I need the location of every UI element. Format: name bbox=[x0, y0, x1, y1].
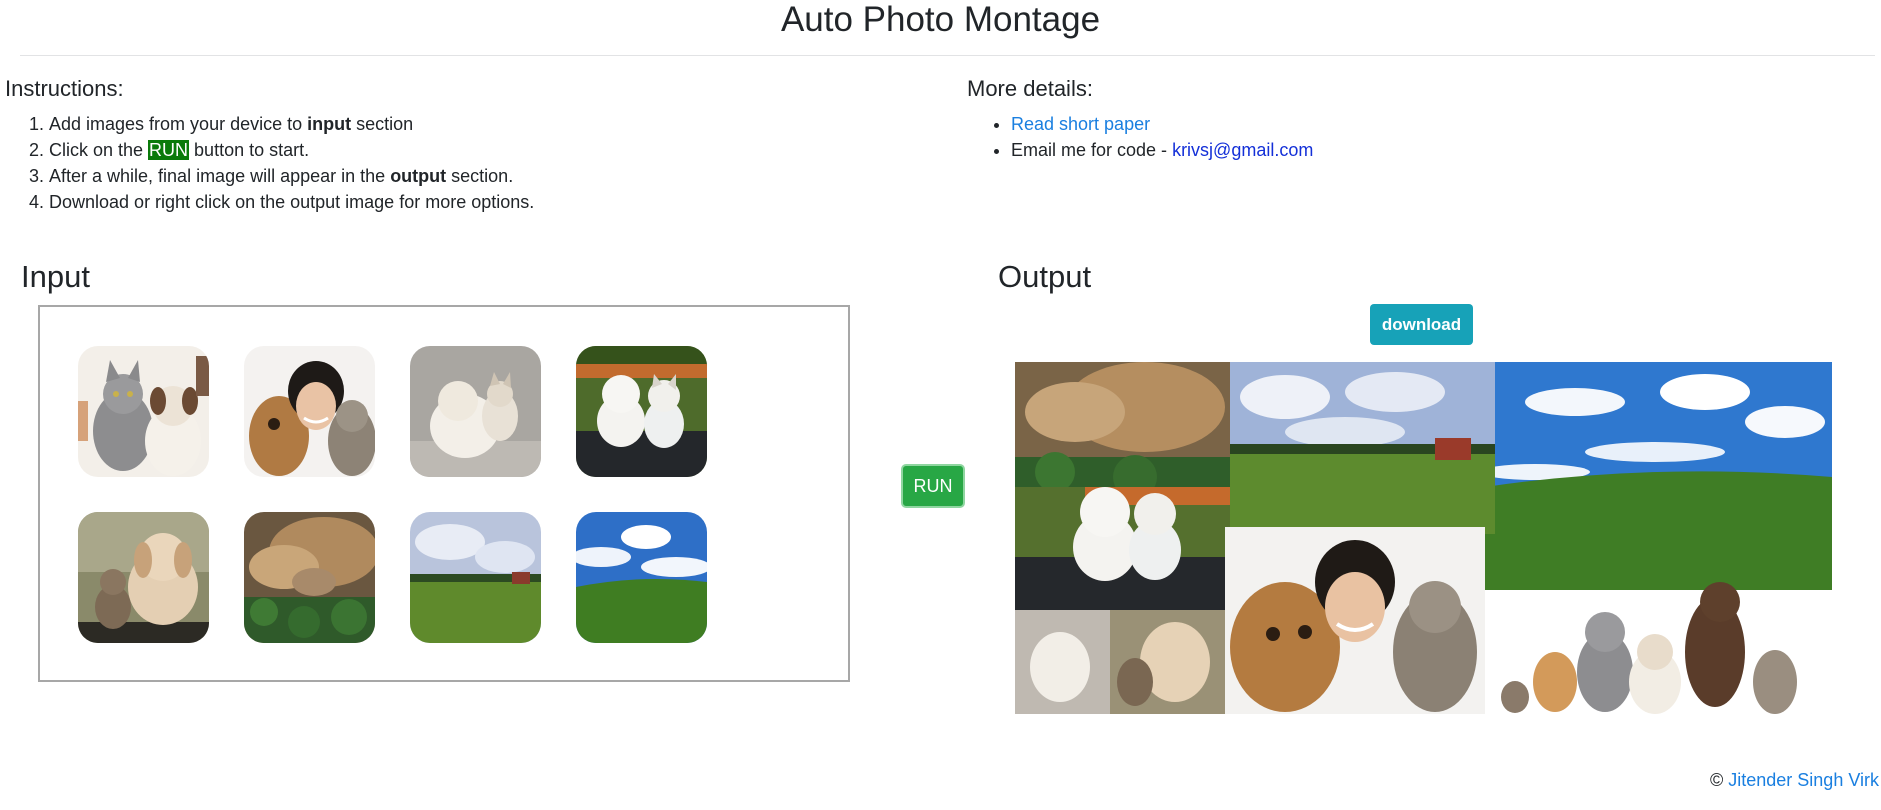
instruction-step-1: Add images from your device to input sec… bbox=[49, 111, 534, 137]
puppy-and-kitten-on-rocks-image bbox=[78, 512, 209, 643]
instructions-heading: Instructions: bbox=[5, 76, 124, 101]
details-item-paper: Read short paper bbox=[1011, 111, 1313, 137]
green-field-with-barn-image bbox=[410, 512, 541, 643]
details-list: Read short paper Email me for code - kri… bbox=[967, 111, 1313, 163]
instruction-step-4: Download or right click on the output im… bbox=[49, 189, 534, 215]
input-thumbnail[interactable] bbox=[576, 346, 707, 477]
author-link[interactable]: Jitender Singh Virk bbox=[1728, 770, 1879, 790]
input-thumbnail[interactable] bbox=[78, 346, 209, 477]
run-highlight: RUN bbox=[148, 140, 190, 160]
instruction-step-3: After a while, final image will appear i… bbox=[49, 163, 534, 189]
montage-image bbox=[1015, 362, 1832, 714]
download-button[interactable]: download bbox=[1370, 304, 1473, 345]
read-paper-link[interactable]: Read short paper bbox=[1011, 114, 1150, 134]
woman-with-dog-and-cat-image bbox=[244, 346, 375, 477]
instructions-list: Add images from your device to input sec… bbox=[5, 111, 534, 215]
copyright-symbol: © bbox=[1709, 770, 1724, 790]
sleeping-cat-and-dog-image bbox=[244, 512, 375, 643]
output-heading: Output bbox=[998, 259, 1092, 294]
puppy-and-kitten-on-bench-image bbox=[576, 346, 707, 477]
email-link[interactable]: krivsj@gmail.com bbox=[1172, 140, 1313, 160]
input-thumbnail[interactable] bbox=[410, 512, 541, 643]
details-heading: More details: bbox=[967, 76, 1093, 101]
input-dropzone[interactable] bbox=[38, 305, 850, 682]
cat-and-puppy-image bbox=[78, 346, 209, 477]
input-thumbnail[interactable] bbox=[410, 346, 541, 477]
white-puppy-and-kitten-image bbox=[410, 346, 541, 477]
title-divider bbox=[20, 55, 1875, 56]
green-hill-blue-sky-image bbox=[576, 512, 707, 643]
run-button[interactable]: RUN bbox=[901, 464, 965, 508]
input-thumbnail[interactable] bbox=[244, 512, 375, 643]
input-thumbnail[interactable] bbox=[78, 512, 209, 643]
input-heading: Input bbox=[21, 259, 90, 294]
footer: © Jitender Singh Virk bbox=[1710, 770, 1879, 791]
instruction-step-2: Click on the RUN button to start. bbox=[49, 137, 534, 163]
input-thumbnail[interactable] bbox=[244, 346, 375, 477]
page-title: Auto Photo Montage bbox=[780, 0, 1101, 39]
input-thumbnail[interactable] bbox=[576, 512, 707, 643]
details-item-email: Email me for code - krivsj@gmail.com bbox=[1011, 137, 1313, 163]
output-montage-image[interactable] bbox=[1015, 362, 1832, 714]
